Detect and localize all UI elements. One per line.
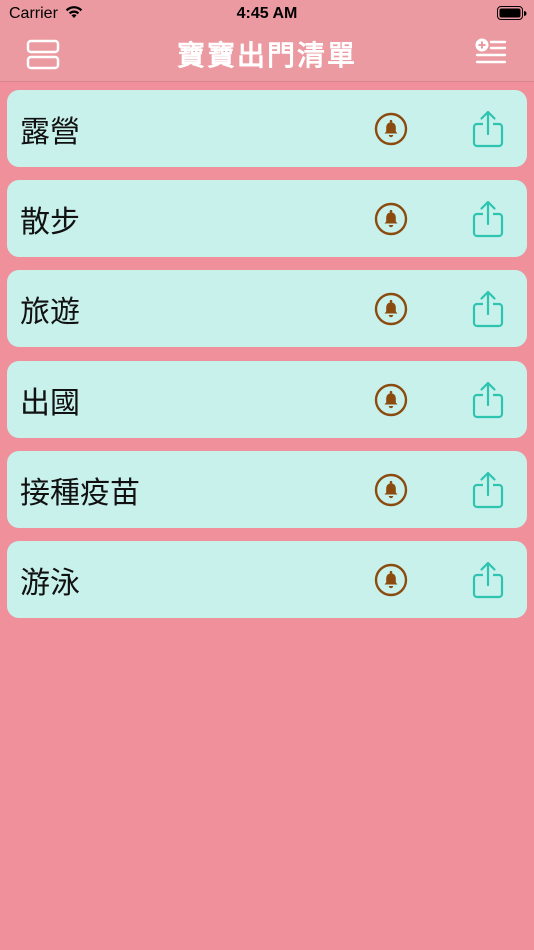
list-item[interactable]: 游泳 (7, 540, 527, 618)
bell-icon (374, 473, 408, 506)
status-bar: Carrier 4:45 AM (0, 0, 534, 28)
reminder-button[interactable] (374, 112, 408, 146)
add-list-button[interactable] (474, 37, 508, 71)
list-item-label: 出國 (20, 385, 80, 421)
reminder-button[interactable] (374, 563, 408, 597)
share-icon (472, 381, 504, 418)
share-icon (472, 201, 504, 238)
nav-bar: 寶寶出門清單 (0, 28, 534, 82)
bell-icon (374, 563, 408, 597)
list-item-label: 露營 (20, 115, 80, 150)
list-item[interactable]: 散步 (7, 180, 527, 258)
share-button[interactable] (472, 200, 504, 238)
list-item[interactable]: 出國 (7, 360, 527, 438)
list-item-label: 散步 (20, 205, 80, 241)
list-item-label: 游泳 (20, 565, 80, 601)
list-item-label: 旅遊 (20, 295, 80, 331)
add-list-icon (475, 38, 507, 64)
share-icon (472, 561, 504, 599)
share-button[interactable] (472, 381, 504, 419)
battery-icon (497, 6, 527, 26)
share-icon (472, 471, 504, 508)
reminder-button[interactable] (374, 202, 408, 236)
bell-icon (374, 293, 408, 326)
list-item-label: 接種疫苗 (20, 475, 140, 511)
share-button[interactable] (472, 290, 504, 328)
status-time: 4:45 AM (236, 5, 298, 22)
checklist-list: 露營 散步 旅遊 出國 接種疫苗 游泳 (7, 90, 527, 631)
share-button[interactable] (472, 561, 504, 599)
share-icon (472, 291, 504, 328)
bell-icon (374, 383, 408, 416)
share-button[interactable] (472, 471, 504, 509)
list-item[interactable]: 旅遊 (7, 270, 527, 348)
reminder-button[interactable] (374, 383, 408, 417)
reminder-button[interactable] (374, 292, 408, 326)
share-button[interactable] (472, 110, 504, 148)
page-title: 寶寶出門清單 (176, 39, 357, 72)
share-icon (472, 110, 504, 148)
list-item[interactable]: 露營 (7, 90, 527, 167)
bell-icon (374, 202, 408, 236)
bell-icon (374, 112, 408, 146)
list-item[interactable]: 接種疫苗 (7, 450, 527, 528)
reminder-button[interactable] (374, 473, 408, 507)
